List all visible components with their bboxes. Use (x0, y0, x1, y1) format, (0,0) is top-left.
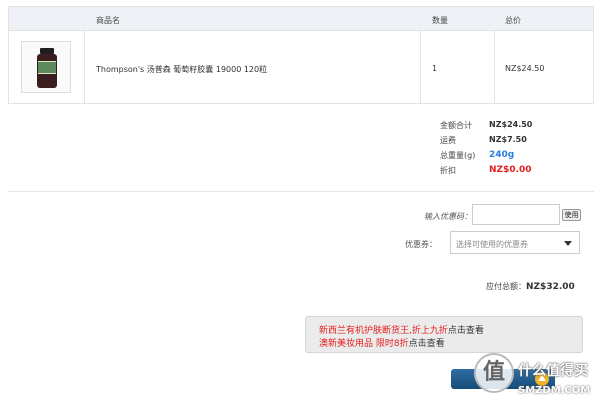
promo-line-1[interactable]: 新西兰有机护肤断货王,折上九折点击查看 (319, 323, 484, 336)
section-divider (8, 191, 594, 192)
promo-line-1-text: 新西兰有机护肤断货王,折上九折 (319, 326, 448, 336)
header-product: 商品名 (96, 16, 120, 25)
discount-value: NZ$0.00 (489, 165, 532, 175)
payable-label: 应付总额： (486, 282, 526, 291)
subtotal-row: 金额合计 NZ$24.50 (440, 120, 532, 131)
promo-line-1-link[interactable]: 点击查看 (448, 326, 484, 336)
use-coupon-button[interactable]: 使用 (562, 209, 581, 221)
column-divider (420, 31, 421, 103)
chevron-down-icon (564, 241, 572, 246)
promo-banner: 新西兰有机护肤断货王,折上九折点击查看 澳新美妆用品 限时8折点击查看 (305, 316, 583, 353)
coupon-select-label: 优惠券： (405, 240, 437, 249)
shipping-value: NZ$7.50 (489, 135, 527, 144)
weight-label: 总重量(g) (440, 151, 476, 160)
table-row: Thompson's 汤普森 葡萄籽胶囊 19000 120粒 1 NZ$24.… (9, 31, 593, 103)
subtotal-label: 金额合计 (440, 121, 472, 130)
watermark-subtitle: SMZDM.COM (518, 385, 591, 396)
shipping-label: 运费 (440, 136, 456, 145)
cart-table: 商品名 数量 总价 Thompson's 汤普森 葡萄籽胶囊 19000 120… (8, 6, 594, 104)
header-total: 总价 (505, 16, 521, 25)
product-total: NZ$24.50 (505, 64, 545, 73)
cart-header: 商品名 数量 总价 (9, 7, 593, 31)
product-name[interactable]: Thompson's 汤普森 葡萄籽胶囊 19000 120粒 (96, 64, 267, 75)
payable-amount: NZ$32.00 (526, 282, 575, 292)
coupon-code-input[interactable] (472, 204, 560, 225)
column-divider (494, 31, 495, 103)
subtotal-value: NZ$24.50 (489, 120, 533, 129)
coupon-select[interactable]: 选择可使用的优惠券 (450, 231, 580, 254)
coupon-select-placeholder: 选择可使用的优惠券 (456, 240, 528, 249)
promo-line-2-link[interactable]: 点击查看 (409, 339, 445, 349)
discount-row: 折扣 NZ$0.00 (440, 165, 532, 176)
watermark-logo: 值 (474, 353, 514, 393)
watermark-title: 什么值得买 (518, 363, 588, 379)
promo-line-2-text: 澳新美妆用品 限时8折 (319, 339, 409, 349)
shipping-row: 运费 NZ$7.50 (440, 135, 527, 146)
weight-value: 240g (489, 150, 515, 160)
promo-line-2[interactable]: 澳新美妆用品 限时8折点击查看 (319, 336, 445, 349)
weight-row: 总重量(g) 240g (440, 150, 514, 161)
product-bottle-image (37, 48, 57, 88)
discount-label: 折扣 (440, 166, 456, 175)
product-quantity: 1 (432, 64, 438, 73)
payable-total: 应付总额：NZ$32.00 (486, 281, 575, 292)
coupon-code-label: 输入优惠码： (424, 212, 472, 221)
header-quantity: 数量 (432, 16, 448, 25)
product-thumbnail[interactable] (21, 41, 71, 93)
column-divider (84, 31, 85, 103)
